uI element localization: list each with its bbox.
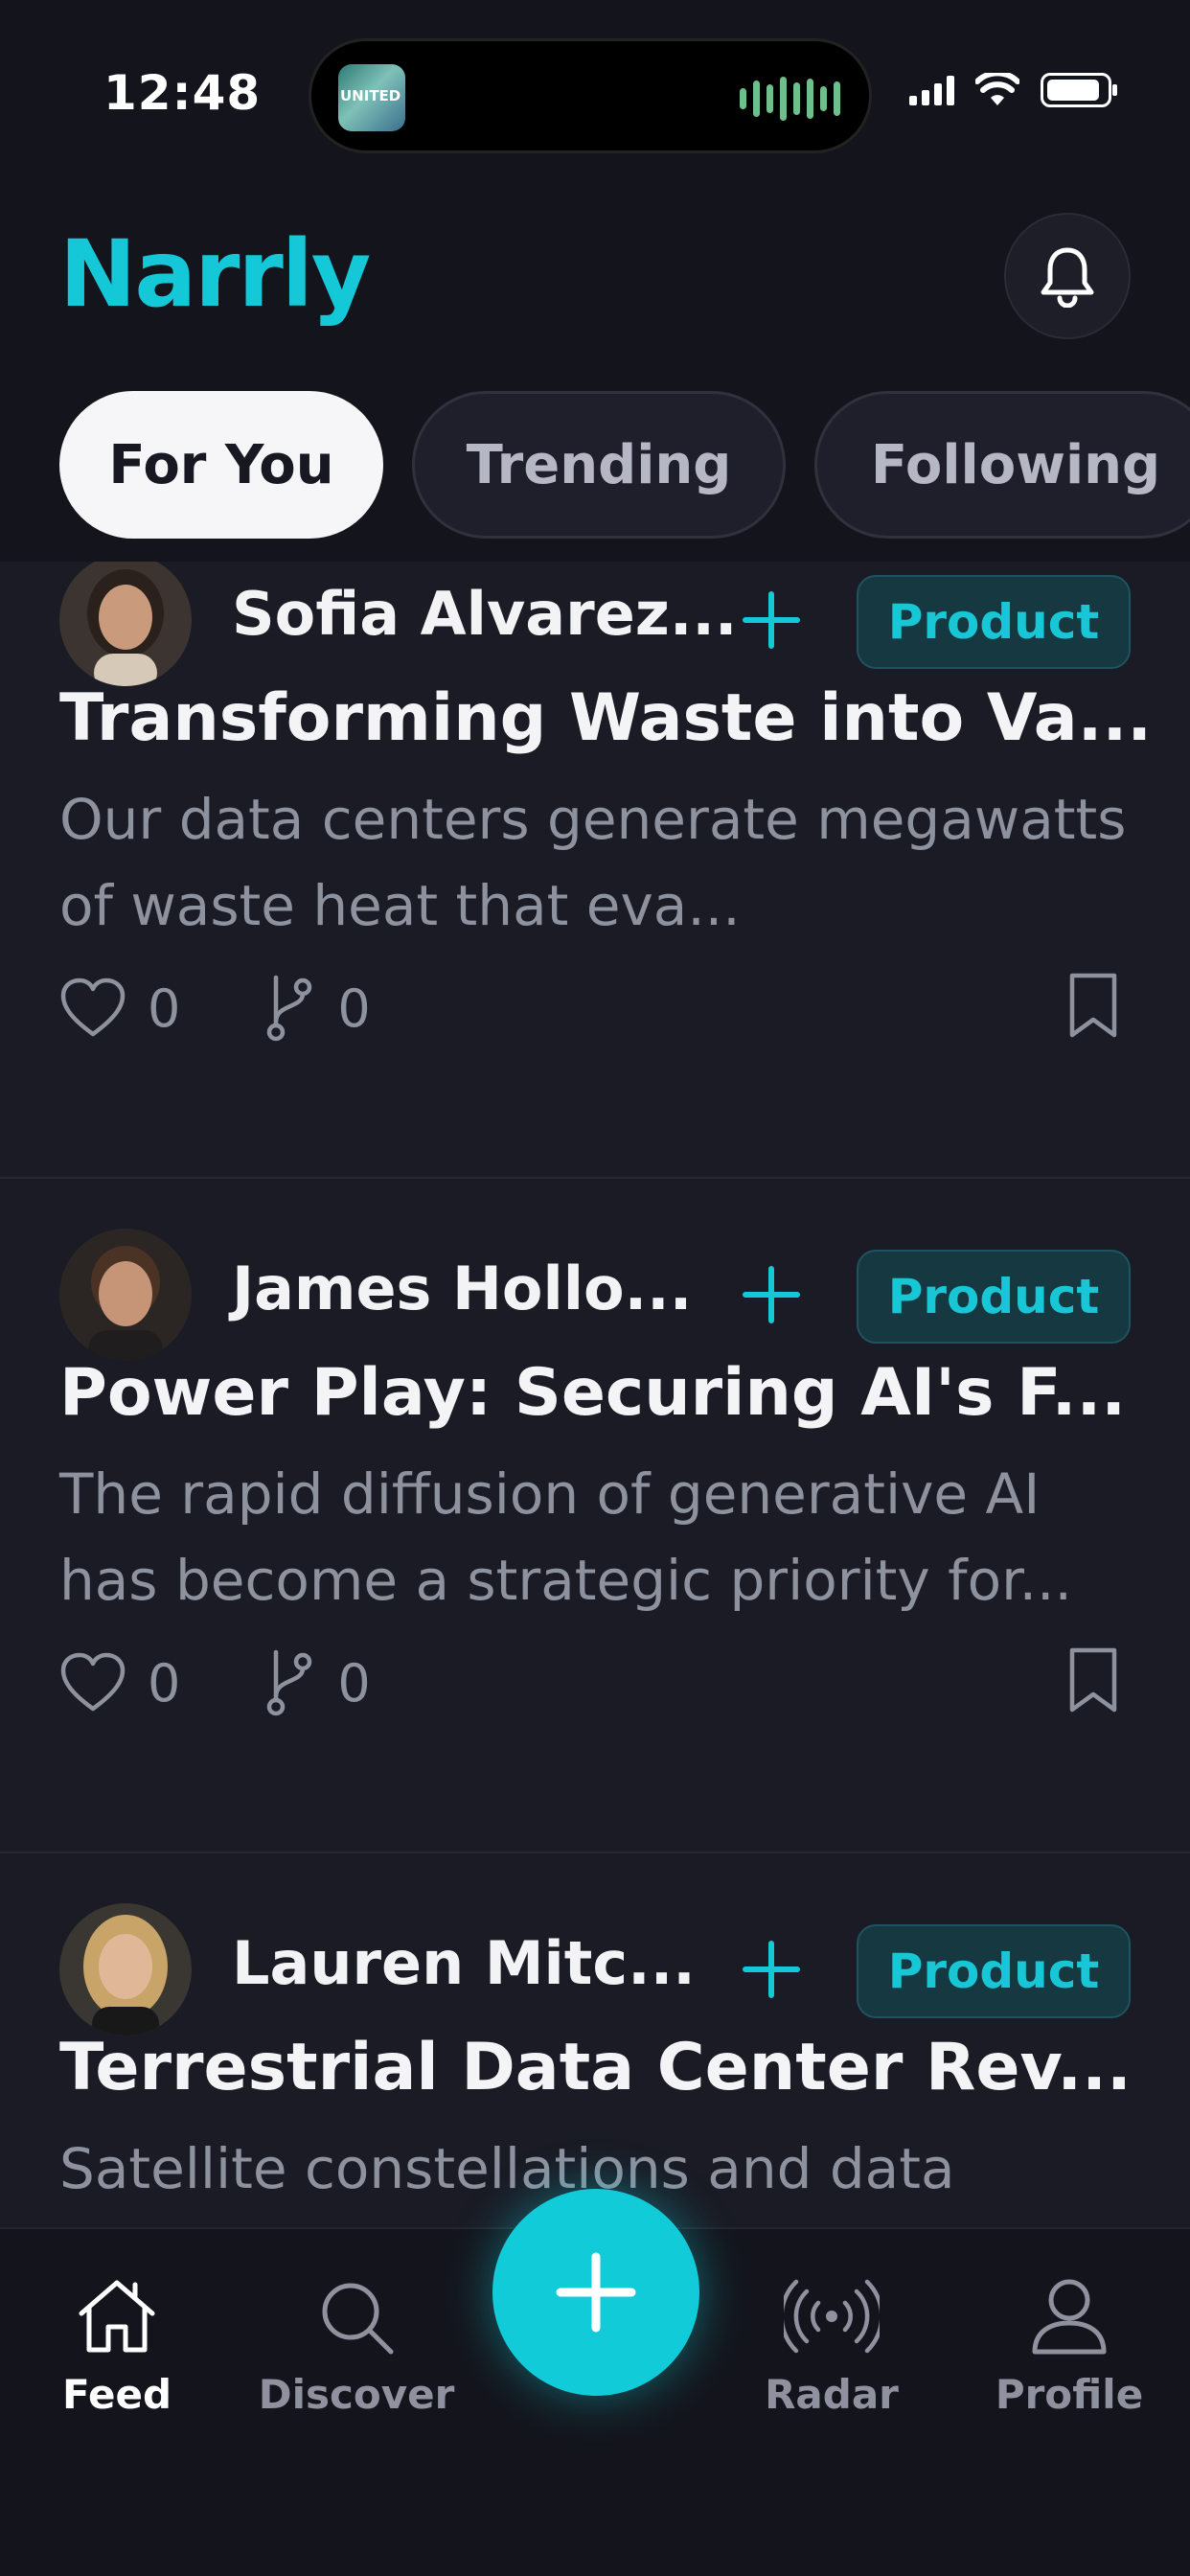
- heart-icon[interactable]: [59, 977, 126, 1040]
- author-name[interactable]: James Hollo...: [232, 1254, 692, 1323]
- app-header: Narrly For You Trending Following: [0, 192, 1190, 562]
- category-tag[interactable]: Product: [857, 575, 1131, 669]
- audio-waveform-icon: [740, 76, 840, 122]
- post-actions: 0 0: [59, 974, 453, 1043]
- post-feed[interactable]: Sofia Alvarez... Product Transforming Wa…: [0, 562, 1190, 2227]
- nav-radar-label: Radar: [765, 2371, 899, 2418]
- nav-feed[interactable]: Feed: [11, 2277, 222, 2418]
- like-count: 0: [148, 1652, 181, 1714]
- bookmark-icon[interactable]: [1067, 1646, 1119, 1714]
- post-card[interactable]: James Hollo... Product Power Play: Secur…: [0, 1179, 1190, 1853]
- home-icon: [79, 2280, 155, 2353]
- like-count: 0: [148, 978, 181, 1039]
- avatar[interactable]: [59, 562, 192, 686]
- app-screen: 12:48 UNITED Narrly For You Trending Fol…: [0, 0, 1190, 2576]
- post-excerpt: The rapid diffusion of generative AI has…: [59, 1461, 1072, 1613]
- battery-icon: [1041, 73, 1117, 107]
- bookmark-icon[interactable]: [1067, 972, 1119, 1039]
- fork-icon[interactable]: [263, 974, 316, 1043]
- follow-plus-icon[interactable]: [738, 1261, 805, 1328]
- fork-icon[interactable]: [263, 1648, 316, 1717]
- dynamic-island[interactable]: UNITED: [309, 38, 872, 153]
- post-title[interactable]: Power Play: Securing AI's F...: [59, 1355, 1126, 1431]
- post-actions: 0 0: [59, 1648, 453, 1717]
- heart-icon[interactable]: [59, 1651, 126, 1714]
- post-title[interactable]: Terrestrial Data Center Rev...: [59, 2030, 1132, 2105]
- feed-tabs: For You Trending Following: [59, 391, 1190, 539]
- follow-plus-icon[interactable]: [738, 586, 805, 654]
- nav-feed-label: Feed: [61, 2371, 172, 2418]
- category-tag[interactable]: Product: [857, 1250, 1131, 1344]
- post-title[interactable]: Transforming Waste into Va...: [59, 680, 1152, 756]
- create-post-button[interactable]: [492, 2189, 699, 2396]
- person-icon: [1032, 2279, 1107, 2355]
- wifi-icon: [975, 73, 1019, 105]
- fork-count: 0: [337, 978, 371, 1039]
- avatar[interactable]: [59, 1229, 192, 1361]
- system-icons: [909, 73, 1117, 107]
- post-card[interactable]: Lauren Mitc... Product Terrestrial Data …: [0, 1853, 1190, 2227]
- now-playing-artwork: UNITED: [338, 64, 405, 131]
- post-card[interactable]: Sofia Alvarez... Product Transforming Wa…: [0, 562, 1190, 1179]
- tab-for-you[interactable]: For You: [59, 391, 383, 539]
- radar-icon: [784, 2279, 880, 2354]
- nav-radar[interactable]: Radar: [726, 2277, 937, 2418]
- avatar[interactable]: [59, 1903, 192, 2036]
- tab-following[interactable]: Following: [814, 391, 1190, 539]
- fork-count: 0: [337, 1652, 371, 1714]
- now-playing-art-text: UNITED: [340, 87, 401, 104]
- status-time: 12:48: [103, 65, 262, 121]
- tab-trending[interactable]: Trending: [412, 391, 786, 539]
- nav-profile-label: Profile: [995, 2371, 1144, 2418]
- post-excerpt: Our data centers generate megawatts of w…: [59, 787, 1127, 938]
- nav-discover[interactable]: Discover: [251, 2277, 462, 2418]
- category-tag[interactable]: Product: [857, 1924, 1131, 2018]
- nav-profile[interactable]: Profile: [964, 2277, 1175, 2418]
- notifications-button[interactable]: [1004, 213, 1131, 339]
- author-name[interactable]: Sofia Alvarez...: [232, 579, 737, 649]
- status-bar: 12:48 UNITED: [0, 0, 1190, 192]
- plus-icon: [556, 2252, 636, 2333]
- follow-plus-icon[interactable]: [738, 1936, 805, 2003]
- author-name[interactable]: Lauren Mitc...: [232, 1928, 696, 1998]
- bell-icon: [1041, 247, 1094, 308]
- cellular-signal-icon: [909, 75, 954, 105]
- nav-discover-label: Discover: [258, 2371, 455, 2418]
- brand-logo: Narrly: [59, 220, 371, 328]
- search-icon: [322, 2283, 394, 2355]
